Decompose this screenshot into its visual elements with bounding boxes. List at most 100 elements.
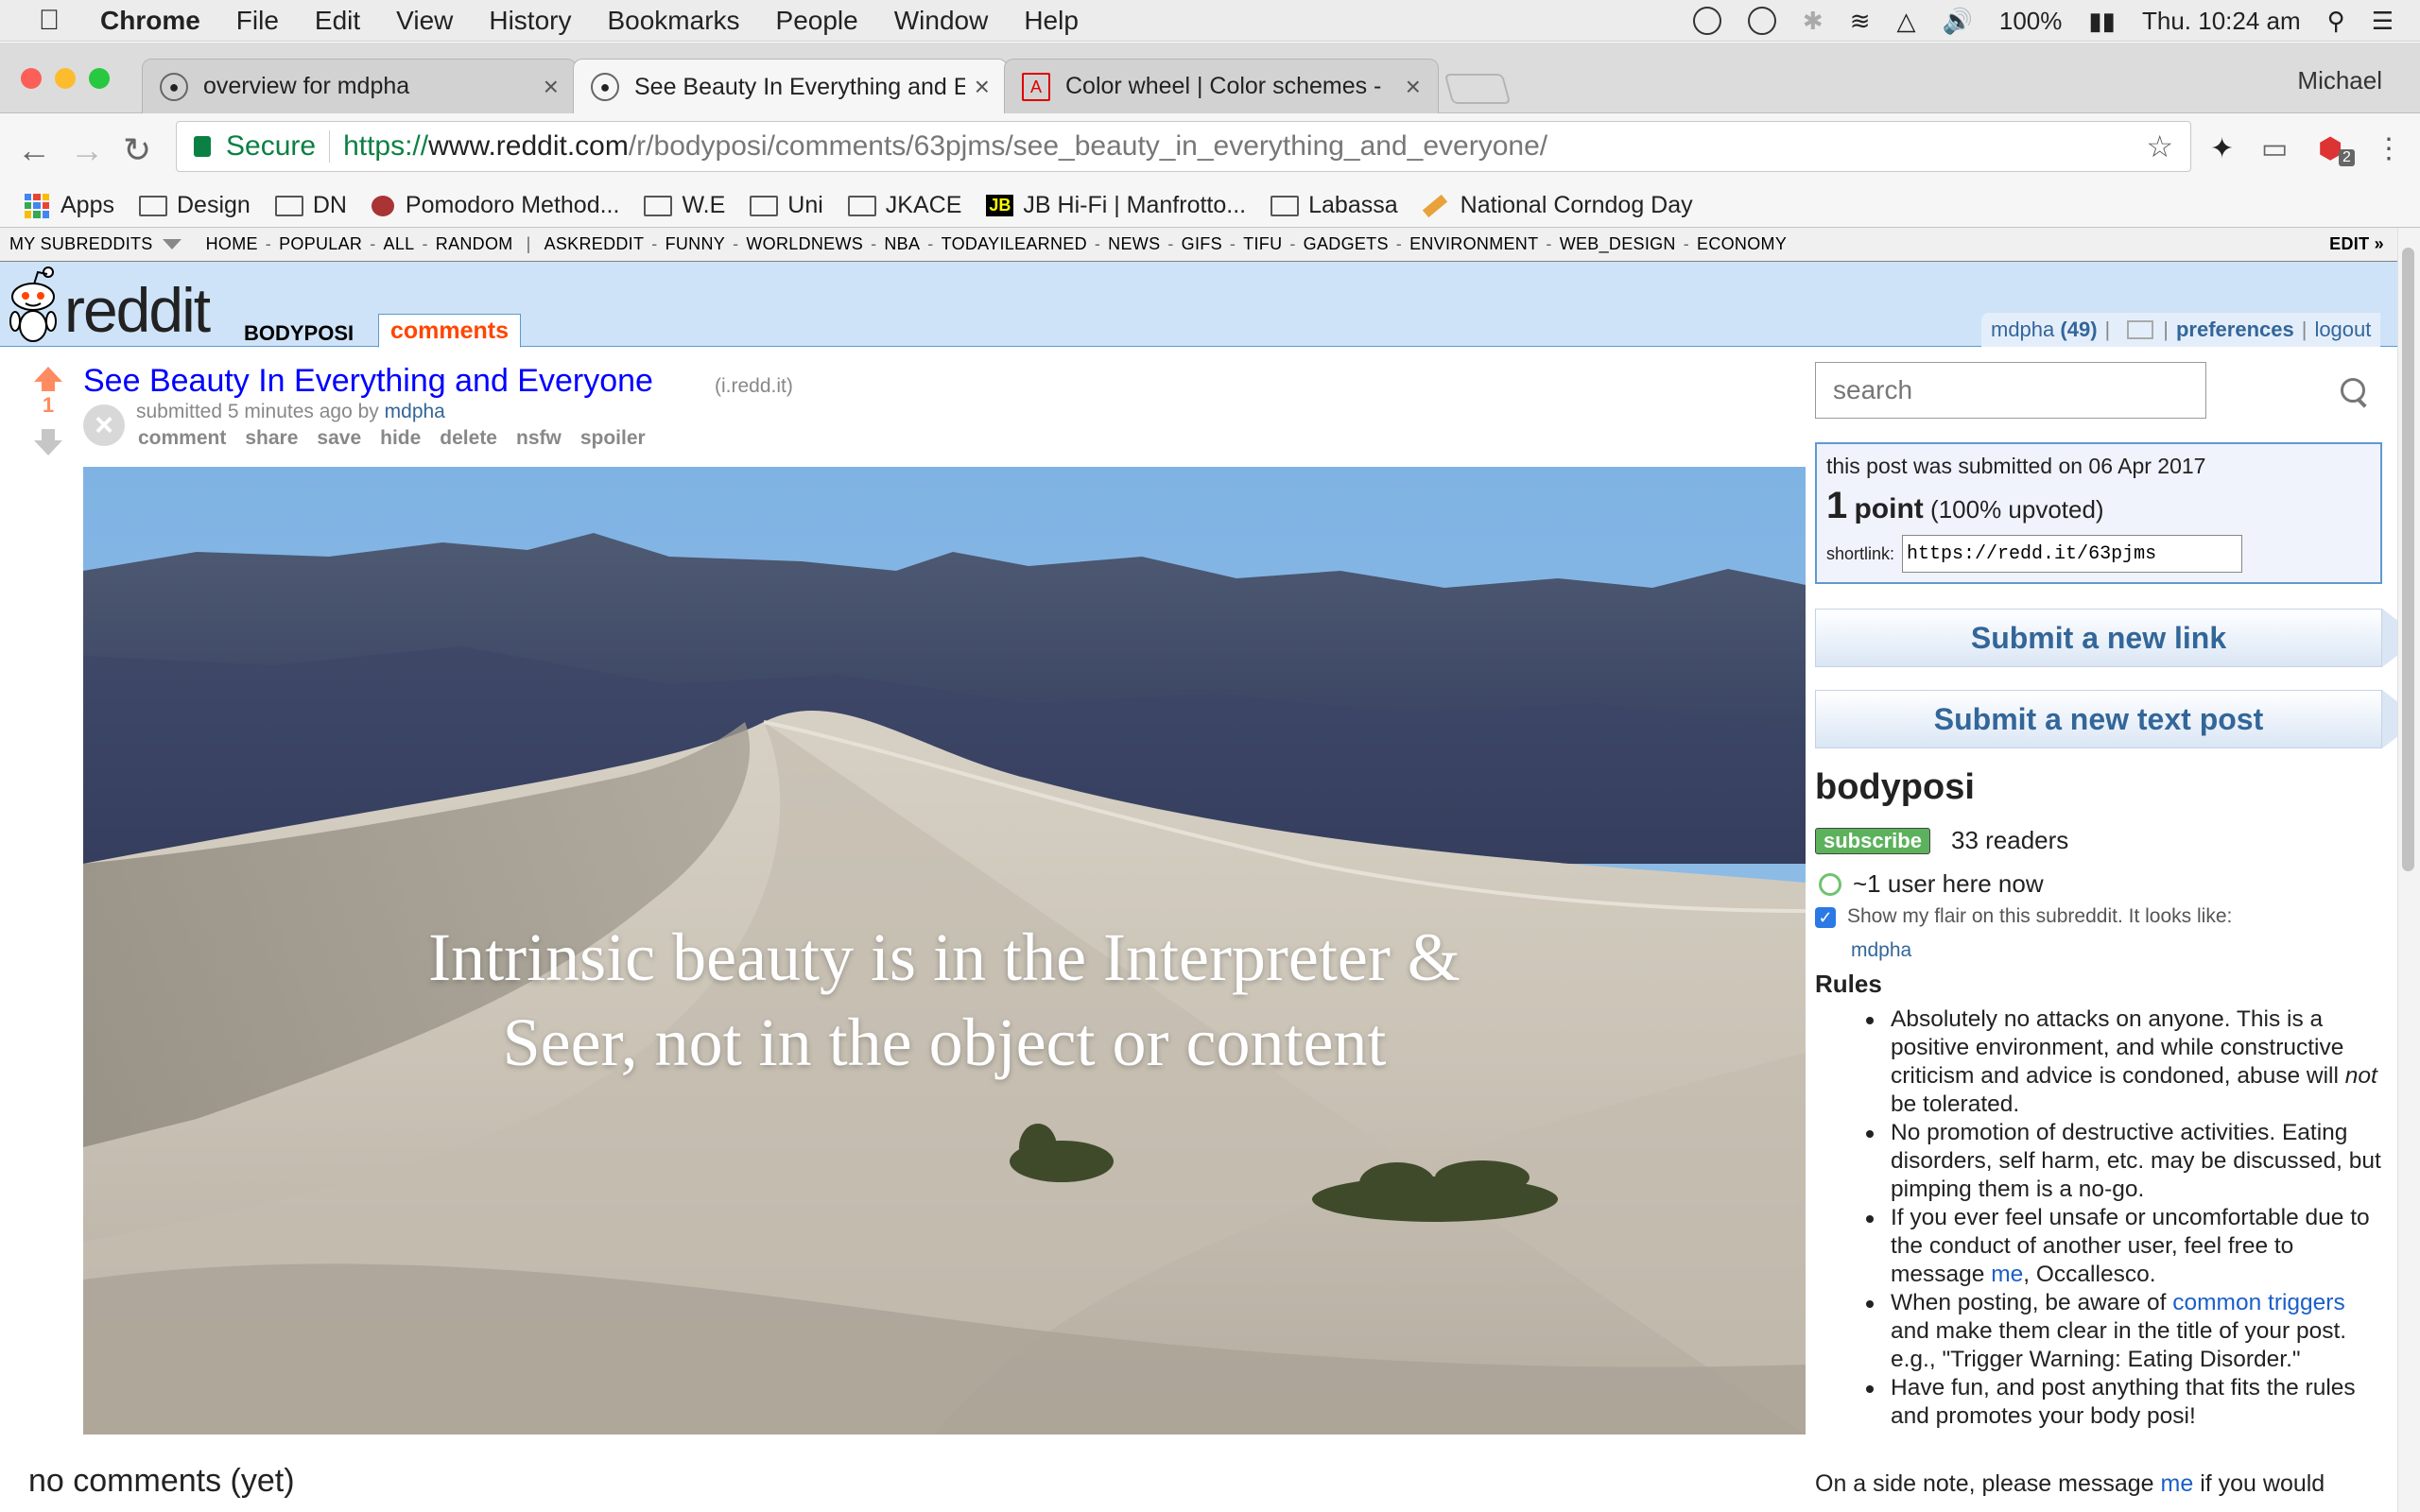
common-triggers-link[interactable]: common triggers	[2172, 1290, 2344, 1315]
sr-todayilearned[interactable]: TODAYILEARNED	[942, 234, 1087, 254]
share-button[interactable]: share	[245, 427, 298, 450]
bookmark-star-icon[interactable]: ☆	[2146, 129, 2173, 164]
bookmark-corndog[interactable]: National Corndog Day	[1422, 192, 1693, 219]
submit-text-button[interactable]: Submit a new text post	[1815, 690, 2382, 748]
sidebar-subreddit-name[interactable]: bodyposi	[1815, 767, 1975, 808]
subscribe-button[interactable]: subscribe	[1815, 828, 1930, 854]
subreddit-pagename[interactable]: BODYPOSI	[244, 321, 354, 346]
post-title-link[interactable]: See Beauty In Everything and Everyone	[83, 363, 653, 400]
sr-economy[interactable]: ECONOMY	[1697, 234, 1787, 254]
downvote-arrow-icon[interactable]	[34, 440, 62, 455]
sr-web-design[interactable]: WEB_DESIGN	[1560, 234, 1676, 254]
airplay-icon[interactable]: △	[1896, 7, 1915, 36]
menu-history[interactable]: History	[489, 6, 571, 36]
bookmark-jbhifi[interactable]: JB JB Hi-Fi | Manfrotto...	[986, 192, 1246, 219]
srbar-edit-link[interactable]: EDIT »	[2329, 234, 2384, 254]
sr-all[interactable]: ALL	[384, 234, 415, 254]
hide-button[interactable]: hide	[380, 427, 421, 450]
tab-comments[interactable]: comments	[378, 314, 522, 348]
sr-news[interactable]: NEWS	[1108, 234, 1160, 254]
forward-icon[interactable]: →	[70, 130, 104, 170]
bookmark-we[interactable]: W.E	[644, 192, 725, 219]
sr-tifu[interactable]: TIFU	[1243, 234, 1282, 254]
reload-icon[interactable]: ↻	[123, 130, 151, 170]
notification-center-icon[interactable]: ☰	[2372, 7, 2394, 36]
mail-icon[interactable]	[2127, 320, 2154, 339]
bookmark-labassa[interactable]: Labassa	[1270, 192, 1398, 219]
sr-worldnews[interactable]: WORLDNEWS	[746, 234, 863, 254]
battery-percent[interactable]: 100%	[1999, 7, 2063, 36]
extension-pin-icon[interactable]: ✦	[2210, 132, 2234, 165]
logout-link[interactable]: logout	[2314, 318, 2371, 342]
menu-help[interactable]: Help	[1024, 6, 1079, 36]
scrollbar-thumb[interactable]	[2402, 248, 2414, 871]
menu-view[interactable]: View	[396, 6, 453, 36]
wifi-icon[interactable]: ≋	[1850, 7, 1871, 36]
menu-file[interactable]: File	[236, 6, 279, 36]
menu-people[interactable]: People	[776, 6, 858, 36]
message-me-link[interactable]: me	[1991, 1262, 2023, 1287]
new-tab-button[interactable]	[1443, 74, 1512, 104]
back-icon[interactable]: ←	[17, 130, 51, 170]
save-button[interactable]: save	[317, 427, 361, 450]
sr-popular[interactable]: POPULAR	[279, 234, 362, 254]
upvote-arrow-stem[interactable]	[42, 380, 55, 391]
bookmark-pomodoro[interactable]: Pomodoro Method...	[371, 192, 619, 219]
search-input[interactable]: search	[1815, 362, 2206, 419]
shortlink-field[interactable]	[1902, 535, 2243, 573]
preferences-link[interactable]: preferences	[2176, 318, 2294, 342]
menu-window[interactable]: Window	[894, 6, 989, 36]
spoiler-button[interactable]: spoiler	[580, 427, 646, 450]
comment-button[interactable]: comment	[138, 427, 226, 450]
sr-environment[interactable]: ENVIRONMENT	[1409, 234, 1538, 254]
chrome-menu-icon[interactable]: ⋮	[2375, 132, 2403, 165]
snoo-logo-icon[interactable]	[4, 266, 62, 344]
post-domain[interactable]: (i.redd.it)	[715, 375, 793, 398]
tab-active-post[interactable]: ● See Beauty In Everything and E ×	[573, 59, 1008, 114]
delete-button[interactable]: delete	[440, 427, 497, 450]
search-icon[interactable]	[2341, 378, 2365, 403]
tab-close-icon[interactable]: ×	[975, 72, 990, 102]
bookmark-jkace[interactable]: JKACE	[847, 192, 961, 219]
bookmark-uni[interactable]: Uni	[750, 192, 823, 219]
zoom-window-icon[interactable]	[89, 68, 110, 89]
submit-link-button[interactable]: Submit a new link	[1815, 609, 2382, 667]
close-window-icon[interactable]	[21, 68, 42, 89]
tab-close-icon[interactable]: ×	[1406, 72, 1421, 102]
sr-home[interactable]: HOME	[206, 234, 258, 254]
time-machine-icon[interactable]	[1747, 7, 1776, 35]
apple-menu-icon[interactable]: 	[21, 5, 78, 37]
reddit-wordmark[interactable]: reddit	[64, 274, 211, 346]
tab-color-wheel[interactable]: A Color wheel | Color schemes - ×	[1004, 59, 1439, 113]
bookmark-dn[interactable]: DN	[274, 192, 347, 219]
menu-app-name[interactable]: Chrome	[100, 6, 200, 36]
sr-random[interactable]: RANDOM	[436, 234, 513, 254]
address-bar[interactable]: Secure https:// www.reddit.com /r/bodypo…	[176, 121, 2191, 172]
username-link[interactable]: mdpha	[1991, 318, 2054, 342]
tab-close-icon[interactable]: ×	[544, 72, 559, 102]
my-subreddits-dropdown[interactable]: MY SUBREDDITS	[9, 234, 153, 254]
bluetooth-icon[interactable]: ✱	[1803, 7, 1824, 36]
chevron-down-icon[interactable]	[162, 239, 182, 249]
flair-checkbox[interactable]: ✓	[1815, 907, 1836, 928]
profile-name[interactable]: Michael	[2297, 66, 2382, 95]
minimize-window-icon[interactable]	[55, 68, 76, 89]
clock[interactable]: Thu. 10:24 am	[2142, 7, 2301, 36]
side-note-me-link[interactable]: me	[2161, 1470, 2194, 1497]
cast-icon[interactable]: ▭	[2261, 132, 2288, 165]
do-not-disturb-icon[interactable]	[1692, 7, 1721, 35]
volume-icon[interactable]: 🔊	[1942, 7, 1972, 36]
thumbnail-placeholder-icon[interactable]: ×	[83, 404, 125, 446]
bookmark-apps[interactable]: Apps	[25, 192, 114, 219]
sr-nba[interactable]: NBA	[884, 234, 920, 254]
menu-edit[interactable]: Edit	[315, 6, 360, 36]
sr-funny[interactable]: FUNNY	[666, 234, 726, 254]
sr-gadgets[interactable]: GADGETS	[1304, 234, 1389, 254]
spotlight-search-icon[interactable]: ⚲	[2327, 7, 2345, 36]
nsfw-button[interactable]: nsfw	[516, 427, 562, 450]
sr-askreddit[interactable]: ASKREDDIT	[544, 234, 645, 254]
tab-overview[interactable]: ● overview for mdpha ×	[142, 59, 577, 113]
battery-icon[interactable]: ▮▮	[2088, 7, 2116, 36]
sr-gifs[interactable]: GIFS	[1182, 234, 1222, 254]
menu-bookmarks[interactable]: Bookmarks	[607, 6, 739, 36]
